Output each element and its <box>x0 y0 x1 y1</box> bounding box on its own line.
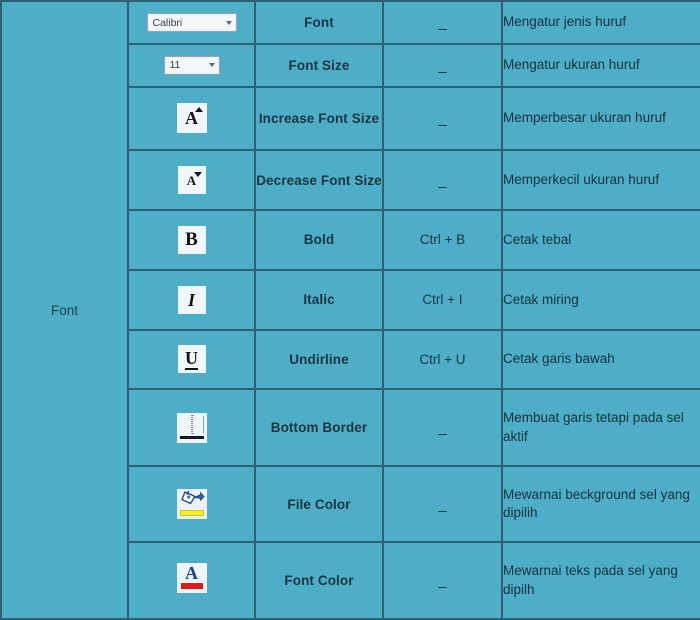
paint-bucket-icon <box>180 490 204 505</box>
command-description: Memperbesar ukuran huruf <box>501 85 700 152</box>
command-description: Cetak garis bawah <box>501 328 700 391</box>
command-shortcut: _ <box>382 42 503 88</box>
icon-cell <box>127 388 256 467</box>
italic-letter: I <box>187 289 195 310</box>
shortcut-value: _ <box>438 572 447 590</box>
table-row: Font Calibri Font _ Mengatur jenis huruf <box>0 0 700 620</box>
icon-cell: A <box>127 85 256 152</box>
command-shortcut: _ <box>382 464 503 544</box>
command-name: Font Size <box>254 42 384 88</box>
icon-cell: A <box>127 541 256 620</box>
command-shortcut: _ <box>382 85 503 152</box>
triangle-up-icon <box>194 107 203 113</box>
decrease-font-size-icon[interactable]: A <box>177 166 206 195</box>
command-shortcut: Ctrl + I <box>382 268 503 331</box>
shortcut-value: _ <box>438 109 447 127</box>
command-description: Cetak miring <box>501 268 700 331</box>
font-size-combobox[interactable]: 11 <box>163 55 220 75</box>
font-color-swatch <box>180 583 203 590</box>
command-shortcut: Ctrl + U <box>382 328 503 391</box>
icon-cell: B <box>127 209 256 271</box>
command-shortcut: _ <box>382 541 503 620</box>
increase-font-size-icon[interactable]: A <box>176 103 207 134</box>
bold-icon[interactable]: B <box>177 225 206 254</box>
command-name: File Color <box>254 464 384 544</box>
bold-letter: B <box>185 229 198 251</box>
command-description: Mewarnai beckground sel yang dipilih <box>501 464 700 544</box>
command-name: Bottom Border <box>254 388 384 467</box>
chevron-down-icon <box>225 20 232 25</box>
fill-color-swatch <box>179 510 204 517</box>
italic-icon[interactable]: I <box>177 285 206 314</box>
underline-letter: U <box>185 347 198 370</box>
shortcut-value: _ <box>438 171 447 189</box>
shortcut-value: _ <box>438 56 447 74</box>
command-description: Membuat garis tetapi pada sel aktif <box>501 388 700 467</box>
shortcut-value: _ <box>438 13 447 31</box>
font-name-value: Calibri <box>152 16 183 29</box>
command-description: Mengatur ukuran huruf <box>501 42 700 88</box>
font-color-icon[interactable]: A <box>176 563 207 594</box>
command-description: Memperkecil ukuran huruf <box>501 149 700 212</box>
command-name: Undirline <box>254 328 384 391</box>
icon-cell: U <box>127 328 256 391</box>
icon-cell: A <box>127 149 256 212</box>
command-name: Italic <box>254 268 384 331</box>
font-color-letter: A <box>185 563 198 584</box>
bottom-border-icon[interactable] <box>176 412 207 443</box>
font-name-combobox[interactable]: Calibri <box>146 13 237 33</box>
command-name: Increase Font Size <box>254 85 384 152</box>
fill-color-icon[interactable] <box>176 489 207 520</box>
shortcut-value: _ <box>438 419 447 437</box>
font-commands-table: Font Calibri Font _ Mengatur jenis huruf <box>0 0 700 620</box>
icon-cell: 11 <box>127 42 256 88</box>
command-name: Font Color <box>254 541 384 620</box>
command-description: Cetak tebal <box>501 209 700 271</box>
border-bottom-line <box>179 435 204 439</box>
icon-cell <box>127 464 256 544</box>
command-name: Bold <box>254 209 384 271</box>
font-size-value: 11 <box>169 59 181 72</box>
command-name: Font <box>254 0 384 45</box>
command-description: Mengatur jenis huruf <box>501 0 700 45</box>
command-shortcut: Ctrl + B <box>382 209 503 271</box>
command-description: Mewarnai teks pada sel yang dipilh <box>501 541 700 620</box>
command-shortcut: _ <box>382 0 503 45</box>
underline-icon[interactable]: U <box>177 345 206 374</box>
shortcut-value: _ <box>438 495 447 513</box>
command-shortcut: _ <box>382 388 503 467</box>
icon-cell: Calibri <box>127 0 256 45</box>
command-name: Decrease Font Size <box>254 149 384 212</box>
icon-cell: I <box>127 268 256 331</box>
chevron-down-icon <box>208 63 215 68</box>
group-label: Font <box>50 302 78 318</box>
command-shortcut: _ <box>382 149 503 212</box>
border-grid-icon <box>190 414 193 434</box>
triangle-down-icon <box>193 172 202 178</box>
group-cell-font: Font <box>0 0 129 620</box>
worksheet-table-area: Font Calibri Font _ Mengatur jenis huruf <box>0 0 700 620</box>
